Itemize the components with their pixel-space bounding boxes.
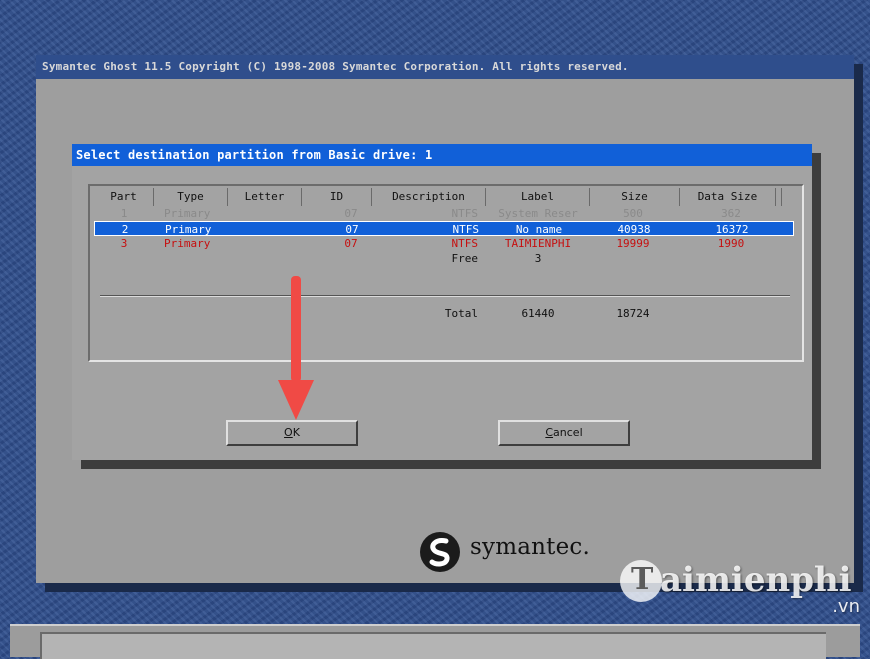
cell-size: 500: [623, 207, 643, 220]
taimienphi-watermark: aimienphi .vn: [620, 556, 870, 626]
cell-type: Primary: [164, 207, 211, 220]
column-header-id[interactable]: ID: [302, 188, 372, 206]
cell-description: Total: [444, 307, 478, 320]
ok-button[interactable]: OK: [226, 420, 358, 446]
column-header-data-size[interactable]: Data Size: [680, 188, 776, 206]
cell-description: NTFS: [452, 223, 480, 236]
column-header-label[interactable]: Label: [486, 188, 590, 206]
cell-label: System Reser: [498, 207, 578, 220]
total-separator: [100, 295, 790, 297]
symantec-logo-icon: [420, 532, 460, 572]
cell-id: 07: [344, 237, 358, 250]
cell-label: 3: [534, 252, 542, 265]
cell-label: No name: [515, 223, 563, 236]
cell-part: 3: [120, 237, 128, 250]
table-row-total: Total 61440 18724: [94, 306, 794, 321]
column-header-size[interactable]: Size: [590, 188, 680, 206]
cell-data-size: 362: [721, 207, 741, 220]
cancel-button[interactable]: Cancel: [498, 420, 630, 446]
cancel-accelerator: C: [545, 426, 554, 439]
cell-part: 1: [120, 207, 128, 220]
symantec-logo: symantec.: [420, 528, 610, 574]
partition-table: Part Type Letter ID Description Label Si…: [88, 184, 804, 362]
cell-data-size: 16372: [715, 223, 749, 236]
cell-id: 07: [344, 207, 358, 220]
scrollbar[interactable]: [781, 188, 796, 206]
cell-part: 2: [121, 223, 129, 236]
table-row-partition-3[interactable]: 3 Primary 07 NTFS TAIMIENPHI 19999 1990: [94, 236, 794, 251]
cell-id: 07: [345, 223, 359, 236]
column-header-description[interactable]: Description: [372, 188, 486, 206]
window-title: Symantec Ghost 11.5 Copyright (C) 1998-2…: [36, 55, 854, 79]
cell-size: 18724: [616, 307, 650, 320]
ghost-desktop: Symantec Ghost 11.5 Copyright (C) 1998-2…: [0, 0, 870, 659]
cell-label: TAIMIENPHI: [504, 237, 572, 250]
ok-accelerator: O: [284, 426, 293, 439]
cell-type: Primary: [165, 223, 212, 236]
cell-description: Free: [451, 252, 479, 265]
red-arrow-annotation-icon: [278, 276, 314, 420]
column-header-type[interactable]: Type: [154, 188, 228, 206]
cell-description: NTFS: [451, 237, 479, 250]
column-header-part[interactable]: Part: [94, 188, 154, 206]
cell-data-size: 1990: [717, 237, 745, 250]
dialog-title: Select destination partition from Basic …: [72, 144, 812, 166]
symantec-logo-text: symantec.: [470, 534, 590, 560]
taimienphi-logo-icon: [620, 560, 662, 602]
status-bar-field: [40, 632, 826, 659]
cell-description: NTFS: [451, 207, 479, 220]
cell-size: 40938: [617, 223, 651, 236]
column-headers: Part Type Letter ID Description Label Si…: [94, 188, 792, 206]
column-header-letter[interactable]: Letter: [228, 188, 302, 206]
table-row-partition-2[interactable]: 2 Primary 07 NTFS No name 40938 16372: [94, 221, 794, 236]
cell-label: 61440: [521, 307, 555, 320]
partition-select-dialog: Select destination partition from Basic …: [72, 144, 812, 460]
watermark-suffix: .vn: [832, 596, 860, 617]
ok-label-rest: K: [292, 426, 300, 439]
status-bar: [10, 624, 860, 659]
cancel-label-rest: ancel: [553, 426, 583, 439]
cell-size: 19999: [616, 237, 650, 250]
cell-type: Primary: [164, 237, 211, 250]
table-row-partition-1: 1 Primary 07 NTFS System Reser 500 362: [94, 206, 794, 221]
table-row-free: Free 3: [94, 251, 794, 266]
watermark-text: aimienphi: [660, 560, 852, 600]
